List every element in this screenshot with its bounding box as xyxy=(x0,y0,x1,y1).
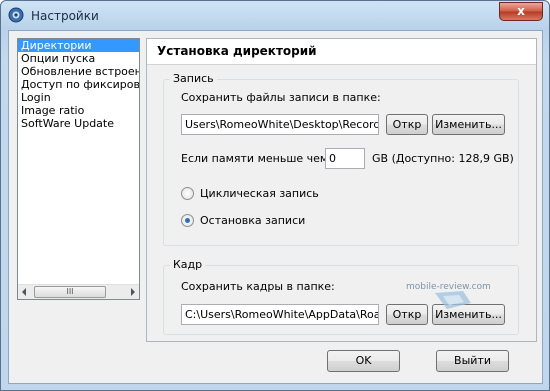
watermark-text: mobile-review.com xyxy=(406,282,491,292)
sidebar-item-login[interactable]: Login xyxy=(18,91,139,104)
radio-cyclic-record[interactable] xyxy=(181,187,194,200)
title-bar: Настройки x xyxy=(1,1,549,31)
panel-title: Установка директорий xyxy=(147,39,536,65)
ok-button[interactable]: OK xyxy=(327,350,400,372)
scroll-right-icon[interactable] xyxy=(131,288,135,296)
record-save-label: Сохранить файлы записи в папке: xyxy=(181,91,381,104)
settings-category-list[interactable]: Директории Опции пуска Обновление встрое… xyxy=(17,38,140,300)
radio-selected-dot xyxy=(185,218,190,223)
app-icon xyxy=(8,7,24,23)
close-button[interactable]: x xyxy=(499,2,543,21)
record-change-button[interactable]: Изменить... xyxy=(432,114,505,135)
window-title: Настройки xyxy=(31,9,99,23)
scroll-left-icon[interactable] xyxy=(22,288,26,296)
frame-path-field[interactable]: C:\Users\RomeoWhite\AppData\Roamii xyxy=(181,304,379,325)
sidebar-item-image-ratio[interactable]: Image ratio xyxy=(18,104,139,117)
record-open-button[interactable]: Откр xyxy=(386,114,428,135)
radio-cyclic-label[interactable]: Циклическая запись xyxy=(200,187,319,200)
frame-save-label: Сохранить кадры в папке: xyxy=(181,280,335,293)
record-group: Запись Сохранить файлы записи в папке: U… xyxy=(163,72,519,246)
frame-open-button[interactable]: Откр xyxy=(386,304,428,325)
dialog-body: Директории Опции пуска Обновление встрое… xyxy=(8,30,543,384)
radio-stop-label[interactable]: Остановка записи xyxy=(200,214,305,227)
frame-group-legend: Кадр xyxy=(170,258,206,271)
sidebar-item-software-update[interactable]: SoftWare Update xyxy=(18,117,139,130)
sidebar-item-fixed-access[interactable]: Доступ по фиксирован xyxy=(18,78,139,91)
record-group-legend: Запись xyxy=(170,72,217,85)
settings-window: Настройки x Директории Опции пуска Обнов… xyxy=(0,0,550,391)
radio-stop-record[interactable] xyxy=(181,214,194,227)
settings-panel: Установка директорий Запись Сохранить фа… xyxy=(146,38,537,342)
sidebar-item-start-options[interactable]: Опции пуска xyxy=(18,52,139,65)
memory-threshold-input[interactable]: 0 xyxy=(325,148,365,169)
watermark-logo-icon xyxy=(435,291,471,309)
horizontal-scrollbar[interactable]: III xyxy=(18,284,139,299)
record-path-field[interactable]: Users\RomeoWhite\Desktop\Recording xyxy=(181,114,379,135)
exit-button[interactable]: Выйти xyxy=(436,350,509,372)
memory-available-label: GB (Доступно: 128,9 GB) xyxy=(372,152,514,165)
sidebar-item-firmware-update[interactable]: Обновление встроенно xyxy=(18,65,139,78)
memory-threshold-label: Если памяти меньше чем xyxy=(181,152,329,165)
sidebar-item-directories[interactable]: Директории xyxy=(18,39,139,52)
scroll-thumb[interactable]: III xyxy=(34,286,106,298)
